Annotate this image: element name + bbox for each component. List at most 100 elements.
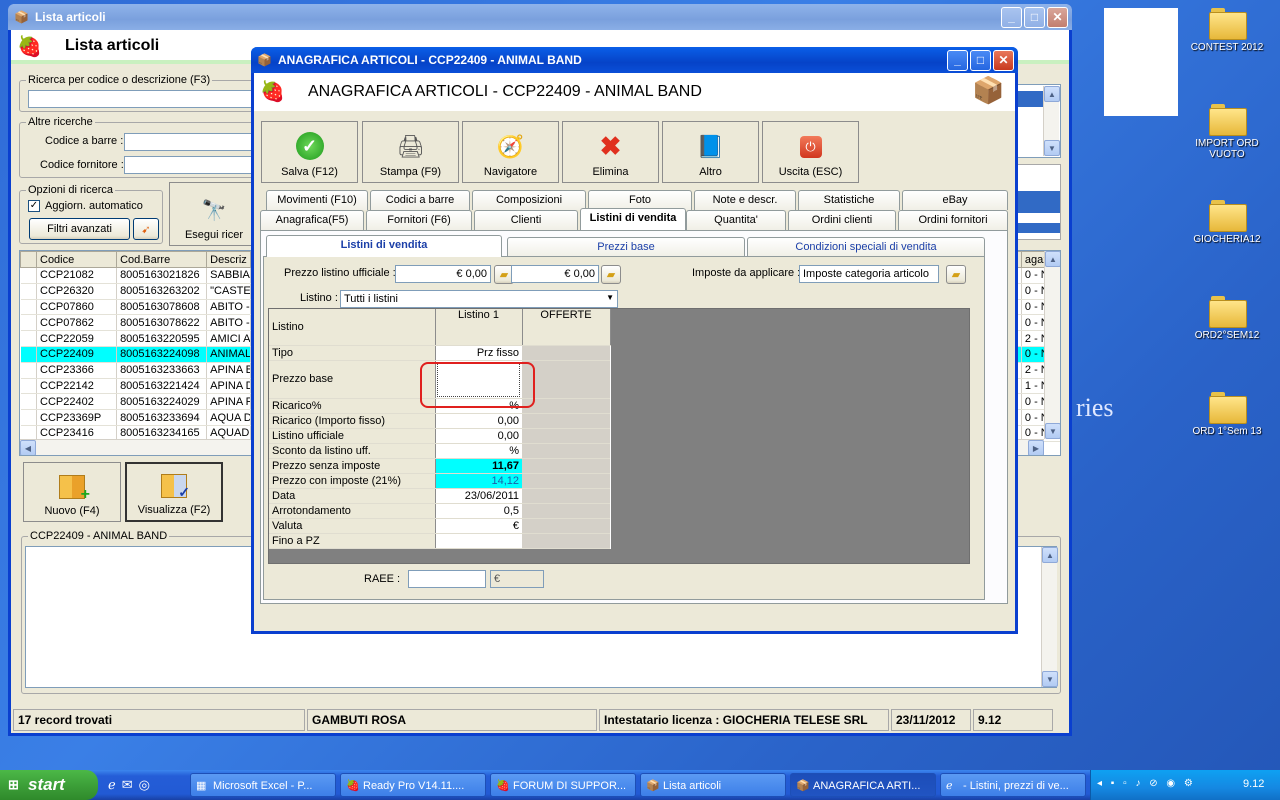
- listino-select[interactable]: Tutti i listini ▼: [340, 290, 618, 308]
- minimize-button[interactable]: _: [947, 49, 968, 71]
- folder-button-2[interactable]: ▰: [601, 265, 621, 284]
- altro-button[interactable]: 📘 Altro: [662, 121, 759, 183]
- table-cell[interactable]: [435, 533, 522, 549]
- col-desc[interactable]: Descriz: [206, 251, 252, 268]
- tab-ordini-fornitori[interactable]: Ordini fornitori: [898, 210, 1008, 230]
- tray-icons[interactable]: ◂ ▪ ▫ ♪ ⊘ ◉ ⚙: [1097, 778, 1196, 789]
- tab-listini-vendita[interactable]: Listini di vendita: [580, 208, 686, 230]
- tab-codici-barre[interactable]: Codici a barre: [370, 190, 470, 210]
- col-codice[interactable]: Codice: [35, 251, 118, 268]
- esegui-ricerca-button[interactable]: 🔭 Esegui ricer: [169, 182, 259, 246]
- browser-icon[interactable]: ◎: [139, 777, 156, 792]
- scroll-right-icon[interactable]: ▶: [1028, 440, 1044, 455]
- clock[interactable]: 9.12: [1243, 778, 1264, 790]
- close-button[interactable]: ✕: [1047, 6, 1068, 28]
- imposte-input[interactable]: Imposte categoria articolo: [799, 265, 939, 283]
- raee-input[interactable]: [408, 570, 486, 588]
- table-cell[interactable]: %: [435, 443, 522, 459]
- tab-fornitori[interactable]: Fornitori (F6): [366, 210, 472, 230]
- codice-barre-input[interactable]: [124, 133, 260, 151]
- task-anagrafica[interactable]: 📦 ANAGRAFICA ARTI...: [790, 773, 936, 797]
- filter-arrow-button[interactable]: ➹: [133, 218, 159, 240]
- salva-button[interactable]: ✓ Salva (F12): [261, 121, 358, 183]
- scroll-up-icon[interactable]: ▲: [1042, 547, 1058, 563]
- detail-scrollbar[interactable]: ▲ ▼: [1041, 547, 1058, 687]
- prezzo-listino-input-2[interactable]: € 0,00: [511, 265, 599, 283]
- tab-composizioni[interactable]: Composizioni: [472, 190, 586, 210]
- table-cell[interactable]: 0,5: [435, 503, 522, 519]
- folder-icon: ▰: [499, 269, 509, 281]
- tab-note[interactable]: Note e descr.: [694, 190, 796, 210]
- codice-fornitore-input[interactable]: [124, 156, 260, 174]
- visualizza-button[interactable]: ✓ Visualizza (F2): [125, 462, 223, 522]
- aggiorn-checkbox[interactable]: ✓: [28, 200, 40, 212]
- table-cell[interactable]: €: [435, 518, 522, 534]
- power-icon: ⏻: [799, 136, 822, 158]
- col-barre[interactable]: Cod.Barre: [116, 251, 208, 268]
- folder-button-3[interactable]: ▰: [946, 265, 966, 284]
- tab-quantita[interactable]: Quantita': [686, 210, 786, 230]
- scroll-up-icon[interactable]: ▲: [1044, 86, 1060, 102]
- tab-movimenti[interactable]: Movimenti (F10): [266, 190, 368, 210]
- main-window-title: Lista articoli: [34, 10, 106, 24]
- tab-clienti[interactable]: Clienti: [474, 210, 578, 230]
- right-list-scrollbar[interactable]: ▲ ▼: [1043, 86, 1060, 156]
- price-row: Prezzo con imposte (21%) 14,12: [269, 473, 610, 489]
- tab-anagrafica[interactable]: Anagrafica(F5): [260, 210, 364, 230]
- binoculars-icon: 🔭: [201, 200, 227, 222]
- desktop-icon-contest[interactable]: CONTEST 2012: [1182, 8, 1272, 53]
- navigatore-button[interactable]: 🧭 Navigatore: [462, 121, 559, 183]
- tab-statistiche[interactable]: Statistiche: [798, 190, 900, 210]
- scroll-down-icon[interactable]: ▼: [1044, 140, 1060, 156]
- subtab-listini[interactable]: Listini di vendita: [266, 235, 502, 257]
- desktop-icon-ord1[interactable]: ORD 1°Sem 13: [1182, 392, 1272, 437]
- maximize-button[interactable]: □: [970, 49, 991, 71]
- tab-ordini-clienti[interactable]: Ordini clienti: [788, 210, 896, 230]
- subtab-prezzi-base[interactable]: Prezzi base: [507, 237, 745, 257]
- nuovo-button[interactable]: + Nuovo (F4): [23, 462, 121, 522]
- scroll-down-icon[interactable]: ▼: [1045, 423, 1060, 439]
- search-input[interactable]: [28, 90, 260, 108]
- minimize-button[interactable]: _: [1001, 6, 1022, 28]
- start-button[interactable]: ⊞ start: [0, 770, 98, 800]
- desktop-icon-import[interactable]: IMPORT ORD VUOTO: [1182, 104, 1272, 160]
- header-offerte[interactable]: OFFERTE: [522, 309, 611, 346]
- task-lista-articoli[interactable]: 📦 Lista articoli: [640, 773, 786, 797]
- codice-barre-label: Codice a barre :: [45, 135, 124, 147]
- scroll-down-icon[interactable]: ▼: [1042, 671, 1058, 687]
- stampa-button[interactable]: 🖨 Stampa (F9): [362, 121, 459, 183]
- mail-icon[interactable]: ✉: [122, 777, 139, 792]
- table-cell[interactable]: Prz fisso: [435, 345, 522, 361]
- tab-ebay[interactable]: eBay: [902, 190, 1008, 210]
- desktop-icon-giocheria[interactable]: GIOCHERIA12: [1182, 200, 1272, 245]
- task-listini[interactable]: ℯ - Listini, prezzi di ve...: [940, 773, 1086, 797]
- scroll-left-icon[interactable]: ◀: [20, 440, 36, 455]
- subtab-condizioni[interactable]: Condizioni speciali di vendita: [747, 237, 985, 257]
- scroll-up-icon[interactable]: ▲: [1045, 251, 1060, 267]
- main-titlebar[interactable]: 📦 Lista articoli _ □ ✕: [8, 4, 1072, 30]
- tab-foto[interactable]: Foto: [588, 190, 692, 210]
- table-cell[interactable]: 0,00: [435, 428, 522, 444]
- task-forum[interactable]: 🍓 FORUM DI SUPPOR...: [490, 773, 636, 797]
- grid-vscrollbar[interactable]: ▲ ▼: [1044, 251, 1060, 439]
- task-excel[interactable]: ▦ Microsoft Excel - P...: [190, 773, 336, 797]
- uscita-button[interactable]: ⏻ Uscita (ESC): [762, 121, 859, 183]
- prezzo-listino-input-1[interactable]: € 0,00: [395, 265, 491, 283]
- task-readypro[interactable]: 🍓 Ready Pro V14.11....: [340, 773, 486, 797]
- desktop-icon-ord2[interactable]: ORD2°SEM12: [1182, 296, 1272, 341]
- quicklaunch[interactable]: ℯ✉◎: [108, 777, 156, 793]
- table-cell[interactable]: 14,12: [435, 473, 522, 489]
- table-cell[interactable]: 11,67: [435, 458, 522, 474]
- desktop-icon-label: GIOCHERIA12: [1193, 234, 1261, 245]
- filtri-avanzati-button[interactable]: Filtri avanzati: [29, 218, 130, 240]
- table-cell[interactable]: 23/06/2011: [435, 488, 522, 504]
- maximize-button[interactable]: □: [1024, 6, 1045, 28]
- ie-icon[interactable]: ℯ: [108, 777, 122, 792]
- elimina-button[interactable]: ✖ Elimina: [562, 121, 659, 183]
- table-cell: SABBIA: [206, 267, 252, 284]
- dialog-titlebar[interactable]: 📦 ANAGRAFICA ARTICOLI - CCP22409 - ANIMA…: [251, 47, 1018, 73]
- header-listino1[interactable]: Listino 1: [435, 309, 523, 346]
- table-cell[interactable]: 0,00: [435, 413, 522, 429]
- close-button[interactable]: ✕: [993, 49, 1014, 71]
- aggiorn-label: Aggiorn. automatico: [45, 200, 143, 212]
